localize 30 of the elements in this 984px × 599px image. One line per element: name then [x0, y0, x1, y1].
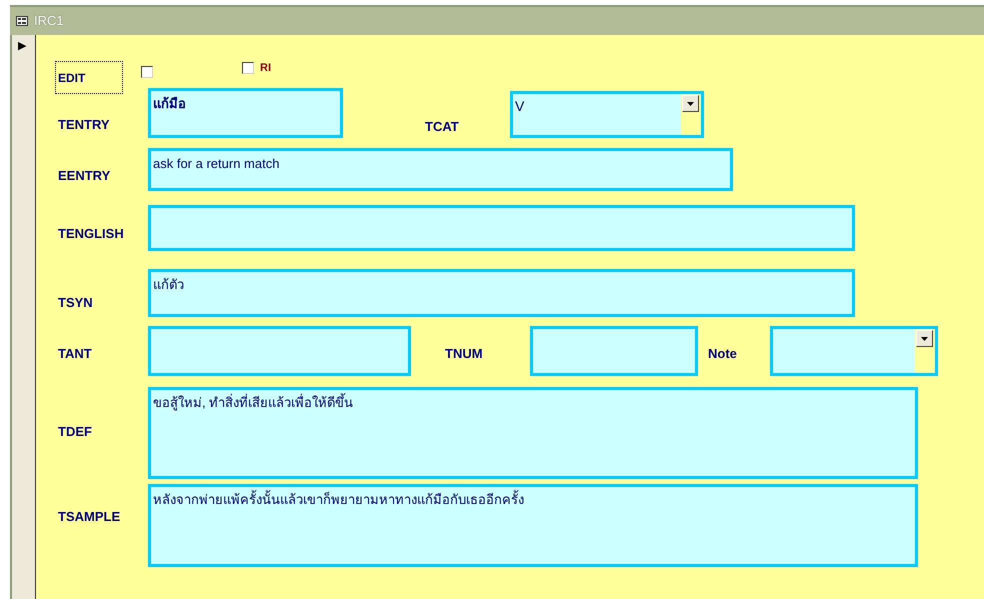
checkbox[interactable]	[141, 66, 153, 78]
text-field[interactable]	[530, 326, 698, 376]
form-icon	[16, 16, 28, 26]
text-field[interactable]: ขอสู้ใหม่, ทำสิ่งที่เสียแล้วเพื่อให้ดีขึ้น	[148, 387, 918, 479]
text-field[interactable]: แก้มือ	[148, 88, 343, 138]
field-label: TCAT	[425, 118, 459, 136]
text-field[interactable]: แก้ตัว	[148, 269, 855, 317]
caret-icon	[687, 102, 694, 106]
field-label: EENTRY	[58, 167, 110, 185]
text-field[interactable]: ask for a return match	[148, 148, 733, 191]
edit-label: EDIT	[55, 61, 123, 94]
field-label: TENTRY	[58, 116, 110, 134]
field-label: TNUM	[445, 345, 483, 363]
ri-label: RI	[260, 61, 271, 76]
field-label: TDEF	[58, 423, 92, 441]
dropdown-button[interactable]	[682, 95, 699, 112]
record-selector[interactable]: ▶	[10, 35, 36, 599]
field-label: TANT	[58, 345, 92, 363]
field-label: TSYN	[58, 294, 93, 312]
field-label: Note	[708, 345, 737, 363]
text-field[interactable]	[148, 205, 855, 251]
dropdown-button[interactable]	[916, 330, 933, 347]
combo-box[interactable]: V	[510, 91, 704, 138]
text-field[interactable]	[148, 326, 411, 376]
caret-icon	[921, 336, 928, 340]
checkbox[interactable]	[242, 62, 254, 74]
text-field[interactable]: หลังจากพ่ายแพ้ครั้งนั้นแล้วเขาก็พยายามหาทางแก้มือกับเธออีกครั้ง	[148, 484, 918, 567]
field-label: TENGLISH	[58, 225, 124, 243]
window-title: IRC1	[34, 12, 64, 30]
field-label: TSAMPLE	[58, 508, 120, 526]
